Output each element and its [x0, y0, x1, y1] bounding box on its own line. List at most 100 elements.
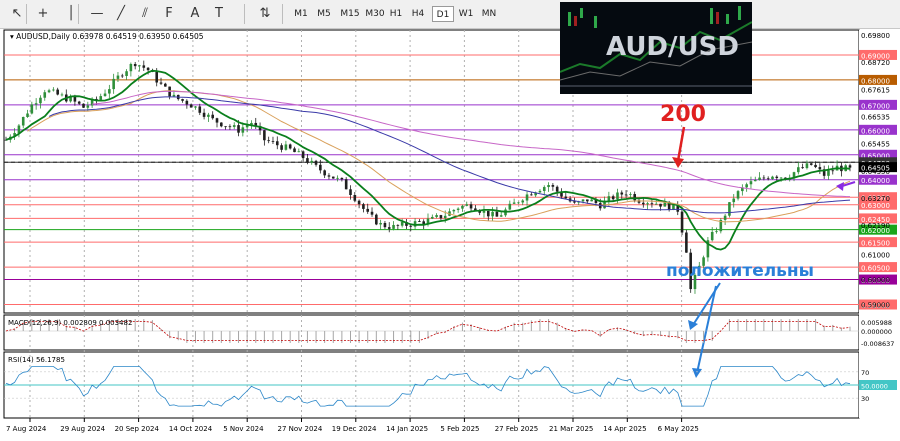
candle-body [461, 205, 464, 209]
candle-body [60, 94, 64, 96]
candle-body [491, 211, 494, 217]
candle-body [116, 75, 120, 79]
candle-body [125, 71, 128, 76]
positive-annotation: положительны [666, 261, 814, 281]
candle-body [362, 204, 365, 209]
candle-body [551, 185, 555, 187]
price-axis-tick: 0.69800 [861, 32, 890, 40]
candle-body [422, 221, 425, 225]
candle-body [155, 71, 159, 83]
candle-body [607, 196, 611, 201]
candle-body [220, 122, 223, 127]
candle-body [172, 94, 176, 97]
candle-body [30, 104, 34, 114]
rsi-axis-tick: 50.0000 [861, 383, 888, 391]
candle-body [443, 215, 447, 219]
candle-body [56, 89, 59, 95]
candle-body [452, 209, 456, 212]
candle-body [73, 97, 77, 102]
candle-body [263, 130, 266, 141]
price-axis-tick: 0.63270 [861, 195, 890, 203]
candle-body [129, 63, 133, 72]
price-axis-tick: 0.59000 [861, 302, 890, 310]
x-axis-tick: 20 Sep 2024 [115, 425, 160, 433]
candle-body [284, 144, 288, 150]
candle-body [771, 176, 774, 180]
candle-body [349, 189, 352, 196]
x-axis-tick: 5 Nov 2024 [223, 425, 264, 433]
price-axis-tick: 0.61000 [861, 252, 890, 260]
candle-body [344, 179, 348, 190]
candle-body [715, 231, 718, 233]
candle-body [749, 181, 753, 185]
level-tag-label: 0.61500 [861, 240, 890, 248]
candle-body [848, 165, 852, 168]
level-tag-label: 0.68000 [861, 77, 890, 85]
x-axis-tick: 14 Apr 2025 [603, 425, 646, 433]
candle-body [521, 200, 525, 203]
x-axis-tick: 29 Aug 2024 [60, 425, 105, 433]
candle-body [590, 199, 593, 202]
candle-body [650, 203, 654, 205]
candle-body [659, 203, 662, 207]
candle-body [642, 202, 645, 205]
candle-body [753, 180, 757, 182]
candle-body [194, 106, 197, 108]
candle-body [465, 204, 469, 206]
candle-body [517, 202, 520, 204]
candle-body [207, 114, 210, 117]
chart-info-label: ▾ AUDUSD,Daily 0.63978 0.64519 0.63950 0… [10, 32, 204, 41]
price-axis-tick: 0.66535 [861, 113, 890, 121]
current-price-label: 0.64505 [861, 165, 890, 173]
audusd-thumbnail: AUD/USD [560, 2, 752, 94]
candle-body [21, 116, 25, 126]
candle-body [831, 170, 835, 172]
candle-body [293, 148, 296, 153]
candle-body [814, 164, 817, 168]
candle-body [366, 208, 370, 212]
candle-body [547, 185, 550, 188]
candle-body [611, 196, 615, 200]
candle-body [39, 97, 42, 104]
macd-label: MACD(12,26,9) 0.002809 0.003482 [8, 319, 132, 327]
candle-body [138, 65, 141, 67]
macd-axis-tick: 0.000000 [861, 328, 892, 336]
candle-body [542, 187, 546, 191]
candle-body [379, 222, 382, 225]
candle-body [387, 227, 391, 229]
candle-body [685, 232, 688, 253]
candle-body [629, 194, 632, 195]
candle-body [486, 210, 490, 217]
rsi-label: RSI(14) 56.1785 [8, 356, 65, 364]
candle-body [370, 211, 374, 215]
candle-body [306, 158, 309, 163]
candle-body [181, 99, 184, 101]
candle-body [555, 186, 559, 192]
candle-body [797, 167, 800, 173]
candle-body [400, 222, 404, 226]
candle-body [43, 92, 47, 98]
candle-body [586, 199, 589, 202]
candle-body [680, 211, 684, 233]
candle-body [241, 127, 245, 133]
candle-body [654, 203, 658, 205]
candle-body [47, 90, 51, 93]
candle-body [297, 151, 301, 153]
candle-body [301, 151, 305, 159]
price-axis-tick: 0.68720 [861, 59, 890, 67]
candle-body [418, 221, 421, 222]
candle-body [710, 231, 714, 241]
candle-body [189, 104, 193, 108]
price-axis-tick: 0.60000 [861, 277, 890, 285]
candle-body [646, 203, 649, 205]
candle-body [530, 194, 533, 196]
candle-body [232, 125, 236, 127]
candle-body [624, 194, 628, 196]
candle-body [319, 164, 322, 171]
candle-body [185, 100, 189, 105]
x-axis-tick: 7 Aug 2024 [6, 425, 47, 433]
candle-body [469, 204, 473, 209]
ma-200-annotation: 200 [660, 102, 706, 127]
x-axis-tick: 21 Mar 2025 [549, 425, 593, 433]
candle-body [331, 176, 335, 179]
